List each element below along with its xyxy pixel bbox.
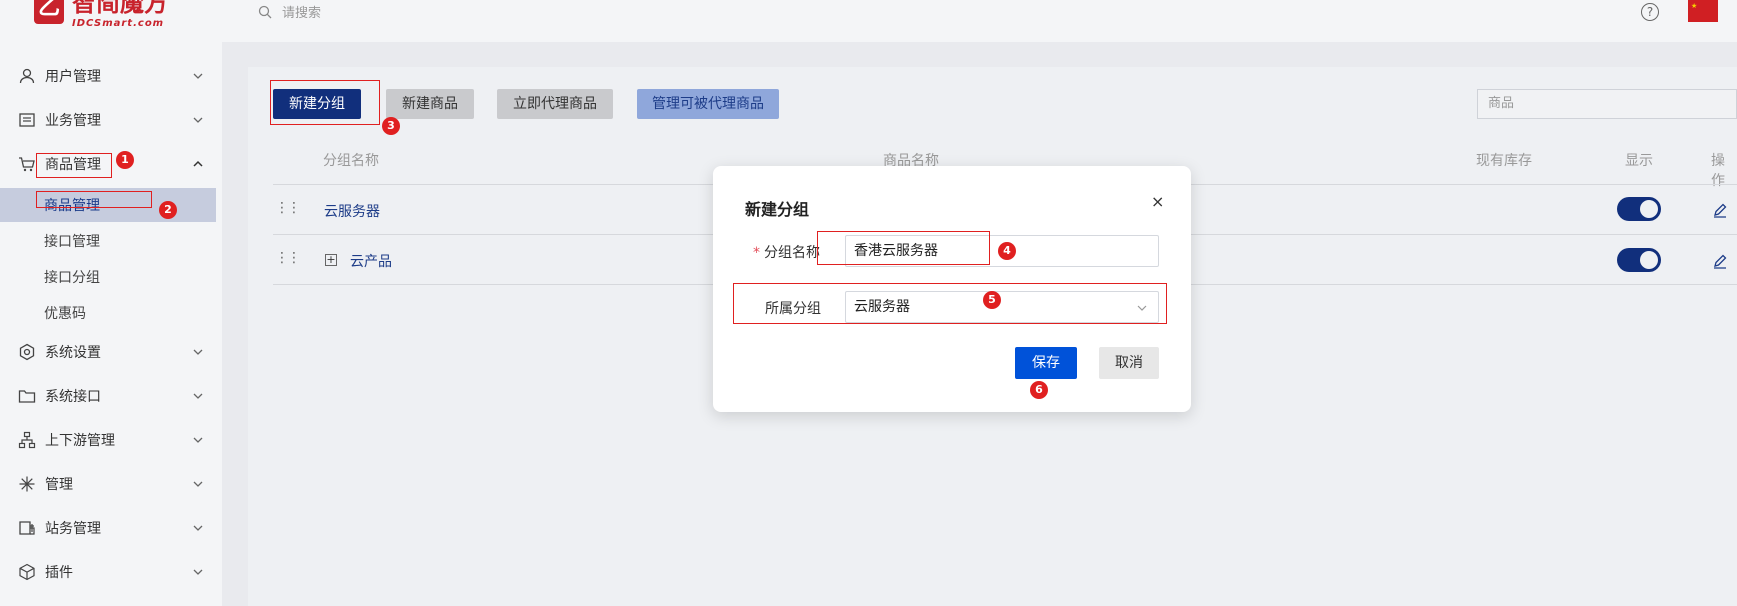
top-bar: 乙 智简魔方 IDCSmart.com 请搜索 ? ★	[0, 0, 1737, 42]
expand-icon[interactable]: +	[325, 254, 337, 266]
annotation-marker: 1	[116, 151, 134, 169]
annotation-box	[733, 283, 1167, 324]
annotation-box	[36, 191, 152, 208]
sidebar-item-label: 管理	[45, 477, 73, 493]
logo-mark-icon: 乙	[34, 0, 64, 24]
product-search-input[interactable]: 商品	[1477, 89, 1737, 119]
sidebar-item-management[interactable]: 管理	[0, 464, 216, 504]
logo-subtitle: IDCSmart.com	[72, 18, 165, 29]
sidebar-item-system-settings[interactable]: 系统设置	[0, 332, 216, 372]
manage-proxy-button[interactable]: 管理可被代理商品	[637, 89, 779, 119]
chevron-up-icon	[193, 160, 203, 167]
sidebar: 用户管理 业务管理 商品管理 商品管理 接口管理 接口分组 优惠码 系统设置 系…	[0, 42, 222, 606]
cube-icon	[19, 563, 35, 581]
settings-icon	[19, 343, 35, 361]
sidebar-item-upstream-downstream[interactable]: 上下游管理	[0, 420, 216, 460]
site-icon	[19, 521, 35, 535]
sidebar-item-plugins[interactable]: 插件	[0, 552, 216, 592]
chevron-down-icon	[193, 569, 203, 575]
help-icon[interactable]: ?	[1641, 3, 1659, 21]
sidebar-item-label: 站务管理	[45, 521, 101, 537]
column-header-stock: 现有库存	[1476, 153, 1532, 169]
annotation-marker: 4	[998, 242, 1016, 260]
group-name-link[interactable]: 云服务器	[324, 201, 380, 221]
chevron-down-icon	[193, 437, 203, 443]
annotation-marker: 5	[983, 291, 1001, 309]
annotation-marker: 6	[1030, 381, 1048, 399]
network-icon	[18, 431, 36, 449]
sparkle-icon	[19, 476, 35, 492]
group-name-link[interactable]: 云产品	[350, 251, 392, 271]
edit-icon[interactable]	[1712, 202, 1728, 218]
sidebar-item-label: 业务管理	[45, 113, 101, 129]
sidebar-item-label: 插件	[45, 565, 73, 581]
annotation-box	[270, 80, 380, 125]
language-flag-icon[interactable]: ★	[1688, 0, 1718, 22]
sidebar-subitem-interface-group[interactable]: 接口分组	[0, 260, 216, 294]
chevron-down-icon	[193, 525, 203, 531]
search-icon	[258, 5, 272, 18]
global-search[interactable]: 请搜索	[258, 2, 321, 21]
close-icon[interactable]: ×	[1151, 192, 1164, 211]
edit-icon[interactable]	[1712, 253, 1728, 269]
logo-title: 智简魔方	[72, 0, 168, 17]
group-name-label: * 分组名称	[753, 245, 820, 261]
logo[interactable]: 乙 智简魔方 IDCSmart.com	[34, 0, 168, 30]
dialog-title: 新建分组	[745, 200, 810, 219]
sidebar-subitem-coupon[interactable]: 优惠码	[0, 296, 216, 330]
chevron-down-icon	[193, 393, 203, 399]
sidebar-item-system-interface[interactable]: 系统接口	[0, 376, 216, 416]
drag-handle-icon[interactable]: ⋮⋮	[275, 200, 301, 216]
sidebar-item-business[interactable]: 业务管理	[0, 100, 216, 140]
annotation-box	[817, 231, 990, 265]
sidebar-item-label: 上下游管理	[45, 433, 115, 449]
drag-handle-icon[interactable]: ⋮⋮	[275, 250, 301, 266]
column-header-display: 显示	[1625, 153, 1653, 169]
sidebar-item-label: 系统设置	[45, 345, 101, 361]
proxy-product-button[interactable]: 立即代理商品	[497, 89, 613, 119]
folder-icon	[18, 390, 36, 403]
sidebar-subitem-interface-management[interactable]: 接口管理	[0, 224, 216, 258]
new-product-button[interactable]: 新建商品	[386, 89, 474, 119]
chevron-down-icon	[193, 73, 203, 79]
sidebar-item-label: 系统接口	[45, 389, 101, 405]
cancel-button[interactable]: 取消	[1099, 347, 1159, 379]
sidebar-item-label: 用户管理	[45, 69, 101, 85]
display-toggle[interactable]	[1617, 197, 1661, 221]
annotation-box	[36, 153, 112, 178]
list-icon	[19, 113, 35, 127]
global-search-input[interactable]: 请搜索	[282, 2, 321, 21]
column-header-group-name: 分组名称	[323, 153, 379, 169]
annotation-marker: 3	[382, 117, 400, 135]
annotation-marker: 2	[159, 201, 177, 219]
sidebar-item-site-management[interactable]: 站务管理	[0, 508, 216, 548]
cart-icon	[19, 157, 35, 172]
display-toggle[interactable]	[1617, 248, 1661, 272]
chevron-down-icon	[193, 481, 203, 487]
chevron-down-icon	[193, 349, 203, 355]
save-button[interactable]: 保存	[1015, 347, 1077, 379]
user-icon	[19, 68, 35, 84]
sidebar-item-users[interactable]: 用户管理	[0, 56, 216, 96]
chevron-down-icon	[193, 117, 203, 123]
